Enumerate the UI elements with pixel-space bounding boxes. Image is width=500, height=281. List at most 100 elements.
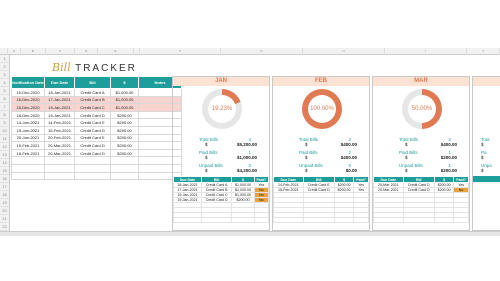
cell-due[interactable]: 18-Jan-2021 [173,182,202,188]
cell-due[interactable]: 18-Jan-2021 [44,88,75,97]
cell-due[interactable] [44,156,75,165]
cell-amt[interactable]: $1,000.00 [231,182,255,188]
column-header-cell[interactable]: E [98,48,134,55]
cell-bill[interactable]: Credit Card A [200,182,233,188]
header-amount[interactable]: $ [110,76,139,89]
cell-amt[interactable] [110,163,139,173]
row-header-cell[interactable]: 12 [0,143,9,151]
cell-notif[interactable] [11,163,45,173]
cell-due[interactable]: 20-Mar-2021 [44,141,75,150]
cell-amt[interactable]: $200.00 [110,125,139,135]
row-header-cell[interactable]: 11 [0,135,9,143]
row-header-cell[interactable]: 18 [0,191,9,199]
column-header-cell[interactable]: F [140,48,221,55]
cell-due[interactable]: 14-Feb-2021 [44,118,75,127]
column-header-cell[interactable]: A [8,48,21,55]
column-header-cell[interactable] [0,48,9,55]
cell-due[interactable]: 19-Jan-2021 [44,103,75,112]
row-header-cell[interactable]: 14 [0,159,9,167]
header-notification-date[interactable]: Notification Date [11,76,45,89]
cell-due[interactable] [173,217,202,223]
cell-bill[interactable]: Credit Card D [74,110,111,120]
cell-notif[interactable]: 18-Dec-2020 [11,103,45,112]
cell-notif[interactable]: 18-Dec-2020 [11,110,45,120]
cell-bill[interactable]: Credit Card D [74,141,111,150]
cell-amt[interactable]: $200.00 [110,141,139,150]
cell-due[interactable] [273,217,304,223]
row-header-cell[interactable]: 16 [0,175,9,183]
cell-amt[interactable]: $1,000.00 [110,103,139,112]
cell-amt[interactable] [231,217,255,223]
cell-amt[interactable]: $200.00 [110,110,139,120]
row-header-cell[interactable]: 20 [0,207,9,215]
cell-notif[interactable]: 18-Feb-2021 [11,148,45,158]
cell-bill[interactable] [74,171,111,181]
cell-notif[interactable]: 16-Dec-2020 [11,95,45,105]
cell-due[interactable] [44,163,75,173]
cell-due[interactable]: 15-Feb-2021 [273,187,304,193]
row-header-cell[interactable]: 6 [0,95,9,103]
column-header-cell[interactable]: D [75,48,99,55]
row-header-cell[interactable]: 17 [0,183,9,191]
column-header-cell[interactable]: G [221,48,303,55]
row-header-cell[interactable]: 5 [0,87,9,95]
cell-bill[interactable]: Credit Card A [74,88,111,97]
row-header-cell[interactable]: 2 [0,63,9,71]
cell-amt[interactable] [333,217,355,223]
cell-amt[interactable]: $1,000.00 [110,95,139,105]
row-header-cell[interactable]: 1 [0,55,9,63]
cell-amt[interactable] [433,217,455,223]
cell-notif[interactable]: 15-Feb-2021 [11,141,45,150]
row-header-cell[interactable]: 13 [0,151,9,159]
cell-bill[interactable] [74,156,111,165]
cell-amt[interactable] [110,171,139,181]
cell-amt[interactable]: $200.00 [110,118,139,127]
cell-notif[interactable] [11,156,45,165]
cell-bill[interactable] [200,217,233,223]
cell-notif[interactable] [11,171,45,181]
cell-amt[interactable]: $200.00 [110,133,139,143]
column-header-cell[interactable]: J [467,48,500,55]
row-header-cell[interactable]: 7 [0,103,9,111]
cell-amt[interactable]: $200.00 [110,148,139,158]
cell-bill[interactable]: Credit Card C [200,192,233,198]
row-header-cell[interactable]: 9 [0,119,9,127]
row-header-cell[interactable]: 3 [0,71,9,79]
cell-notif[interactable]: 14-Jan-2021 [11,118,45,127]
cell-bill[interactable]: Credit Card D [402,187,436,193]
row-header-cell[interactable]: 19 [0,199,9,207]
column-header-cell[interactable]: H [303,48,386,55]
cell-bill[interactable]: Credit Card B [74,95,111,105]
cell-due[interactable] [44,171,75,181]
header-due-date[interactable]: Due Date [44,76,75,89]
cell-bill[interactable]: Credit Card D [74,125,111,135]
cell-due[interactable]: 19-Jan-2021 [173,192,202,198]
cell-bill[interactable] [74,163,111,173]
cell-bill[interactable]: Credit Card B [200,187,233,193]
cell-notif[interactable]: 15-Jan-2021 [11,125,45,135]
row-header-cell[interactable]: 10 [0,127,9,135]
cell-bill[interactable]: Credit Card D [74,148,111,158]
cell-paid[interactable] [453,217,469,223]
cell-due[interactable]: 14-Feb-2021 [273,182,304,188]
cell-due[interactable]: 17-Jan-2021 [173,187,202,193]
cell-bill[interactable]: Credit Card D [302,187,336,193]
column-header-cell[interactable]: B [21,48,46,55]
column-header-cell[interactable]: C [46,48,76,55]
row-header-cell[interactable]: 8 [0,111,9,119]
cell-due[interactable]: 17-Jan-2021 [44,95,75,105]
header-bill[interactable]: Bill [74,76,111,89]
cell-bill[interactable]: Credit Card D [200,197,233,203]
cell-due[interactable]: 20-Feb-2021 [44,133,75,143]
cell-bill[interactable]: Credit Card D [402,182,436,188]
cell-due[interactable]: 15-Feb-2021 [44,125,75,135]
cell-amt[interactable]: $1,000.00 [231,187,255,193]
cell-due[interactable] [373,217,404,223]
row-header-cell[interactable]: 21 [0,215,9,223]
row-header-cell[interactable]: 22 [0,223,9,231]
cell-paid[interactable] [353,217,369,223]
column-header-cell[interactable]: I [385,48,468,55]
cell-notif[interactable]: 20-Jan-2021 [11,133,45,143]
cell-bill[interactable] [302,217,336,223]
cell-bill[interactable]: Credit Card E [302,182,336,188]
